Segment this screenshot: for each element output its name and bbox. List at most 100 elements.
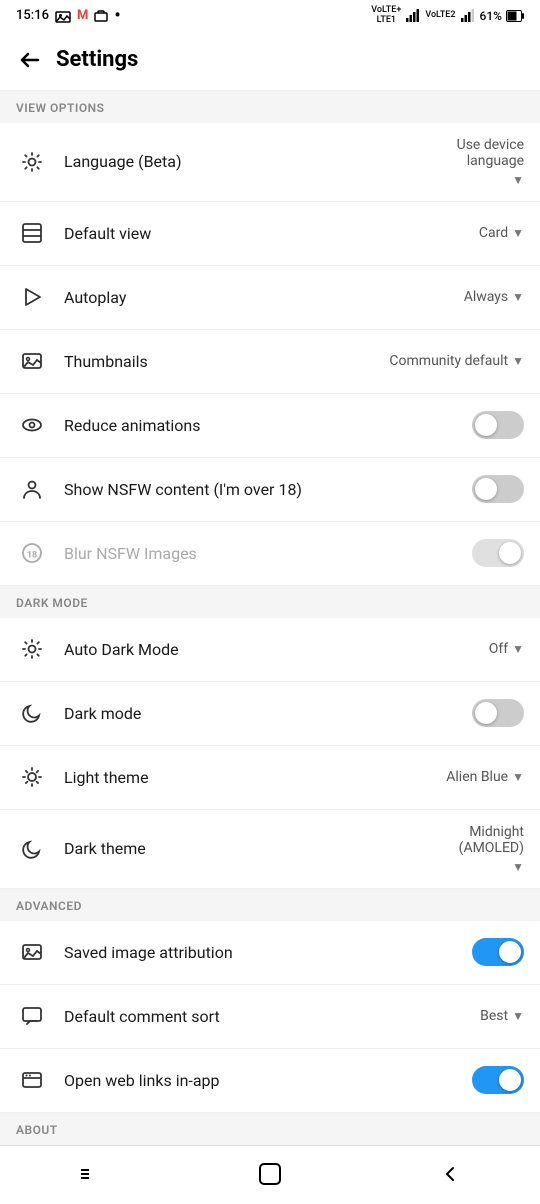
setting-label: Autoplay (64, 288, 464, 307)
setting-label-area: Dark theme (64, 839, 459, 858)
setting-label-area: Auto Dark Mode (64, 640, 489, 659)
setting-row-nsfw-content[interactable]: Show NSFW content (I'm over 18) (0, 458, 540, 522)
signal-bars-2 (460, 9, 476, 22)
page-title: Settings (56, 47, 138, 72)
status-time: 15:16 (16, 8, 49, 23)
settings-header: Settings (0, 30, 540, 91)
setting-row-language[interactable]: Language (Beta) Use devicelanguage ▼ (0, 123, 540, 202)
dropdown-value[interactable]: Always ▼ (464, 289, 524, 305)
setting-row-default-comment-sort[interactable]: Default comment sort Best ▼ (0, 985, 540, 1049)
setting-row-light-theme[interactable]: Light theme Alien Blue ▼ (0, 746, 540, 810)
svg-text:18: 18 (27, 551, 37, 561)
setting-label: Saved image attribution (64, 943, 472, 962)
setting-label-area: Dark mode (64, 704, 472, 723)
chevron-down-icon: ▼ (512, 290, 524, 304)
moon-icon (16, 833, 48, 865)
section-header-advanced: ADVANCED (0, 889, 540, 921)
setting-label-area: Show NSFW content (I'm over 18) (64, 480, 472, 499)
toggle[interactable] (472, 938, 524, 966)
setting-label: Dark theme (64, 839, 459, 858)
status-bar: 15:16 M • VoLTE+ LTE1 (0, 0, 540, 30)
setting-row-dark-theme[interactable]: Dark theme Midnight(AMOLED) ▼ (0, 810, 540, 889)
setting-label-area: Light theme (64, 768, 446, 787)
dropdown-value[interactable]: Midnight(AMOLED) ▼ (459, 824, 524, 874)
moon-icon (16, 697, 48, 729)
chevron-down-icon: ▼ (512, 173, 524, 187)
setting-label: Open web links in-app (64, 1071, 472, 1090)
chevron-down-icon: ▼ (512, 770, 524, 784)
chevron-down-icon: ▼ (512, 860, 524, 874)
setting-row-saved-image-attribution[interactable]: Saved image attribution (0, 921, 540, 985)
eye-icon (16, 409, 48, 441)
setting-label: Show NSFW content (I'm over 18) (64, 480, 472, 499)
setting-label: Reduce animations (64, 416, 472, 435)
setting-row-thumbnails[interactable]: Thumbnails Community default ▼ (0, 330, 540, 394)
gear-icon (16, 633, 48, 665)
setting-label-area: Thumbnails (64, 352, 389, 371)
browser-icon (16, 1064, 48, 1096)
setting-label: Blur NSFW Images (64, 544, 472, 563)
sun-icon (16, 761, 48, 793)
toggle (472, 539, 524, 567)
gmail-icon: M (77, 8, 88, 23)
chevron-down-icon: ▼ (512, 1009, 524, 1023)
toggle[interactable] (472, 411, 524, 439)
image-icon (16, 345, 48, 377)
nav-bar (0, 1145, 540, 1202)
play-icon (16, 281, 48, 313)
setting-row-autoplay[interactable]: Autoplay Always ▼ (0, 266, 540, 330)
18-icon: 18 (16, 537, 48, 569)
image-icon (16, 936, 48, 968)
signal-bars-1 (405, 9, 421, 22)
battery-icon (506, 10, 524, 22)
setting-row-reduce-animations[interactable]: Reduce animations (0, 394, 540, 458)
setting-row-open-web-links[interactable]: Open web links in-app (0, 1049, 540, 1113)
setting-label: Thumbnails (64, 352, 389, 371)
setting-label-area: Language (Beta) (64, 152, 457, 171)
section-header-view-options: VIEW OPTIONS (0, 91, 540, 123)
setting-label-area: Default view (64, 224, 479, 243)
gear-icon (16, 146, 48, 178)
signal-lte1: VoLTE+ LTE1 (371, 6, 401, 26)
toggle[interactable] (472, 1066, 524, 1094)
setting-row-auto-dark-mode[interactable]: Auto Dark Mode Off ▼ (0, 618, 540, 682)
setting-label-area: Open web links in-app (64, 1071, 472, 1090)
setting-label: Default view (64, 224, 479, 243)
briefcase-icon (94, 9, 108, 22)
setting-row-blur-nsfw[interactable]: 18 Blur NSFW Images (0, 522, 540, 586)
setting-label-area: Reduce animations (64, 416, 472, 435)
setting-label-area: Saved image attribution (64, 943, 472, 962)
setting-row-default-view[interactable]: Default view Card ▼ (0, 202, 540, 266)
setting-label-area: Blur NSFW Images (64, 544, 472, 563)
section-header-dark-mode: DARK MODE (0, 586, 540, 618)
back-button[interactable] (8, 38, 52, 82)
toggle[interactable] (472, 475, 524, 503)
battery-percent: 61% (480, 9, 502, 23)
signal-lte2: VoLTE2 (425, 11, 455, 21)
dropdown-value[interactable]: Best ▼ (480, 1008, 524, 1024)
setting-label: Auto Dark Mode (64, 640, 489, 659)
dropdown-value[interactable]: Use devicelanguage ▼ (457, 137, 524, 187)
setting-label: Language (Beta) (64, 152, 457, 171)
nav-back[interactable] (420, 1156, 480, 1192)
dropdown-value[interactable]: Alien Blue ▼ (446, 769, 524, 785)
toggle[interactable] (472, 699, 524, 727)
setting-label-area: Autoplay (64, 288, 464, 307)
setting-row-dark-mode-toggle[interactable]: Dark mode (0, 682, 540, 746)
dropdown-value[interactable]: Card ▼ (479, 225, 524, 241)
nav-home[interactable] (240, 1156, 300, 1192)
comment-icon (16, 1000, 48, 1032)
dropdown-value[interactable]: Community default ▼ (389, 353, 524, 369)
section-header-about: ABOUT (0, 1113, 540, 1145)
setting-label: Default comment sort (64, 1007, 480, 1026)
setting-label-area: Default comment sort (64, 1007, 480, 1026)
dot-icon: • (114, 7, 120, 25)
setting-label: Light theme (64, 768, 446, 787)
setting-label: Dark mode (64, 704, 472, 723)
nav-menu[interactable] (60, 1156, 120, 1192)
chevron-down-icon: ▼ (512, 226, 524, 240)
chevron-down-icon: ▼ (512, 354, 524, 368)
dropdown-value[interactable]: Off ▼ (489, 641, 524, 657)
chevron-down-icon: ▼ (512, 642, 524, 656)
gallery-icon (55, 9, 71, 23)
